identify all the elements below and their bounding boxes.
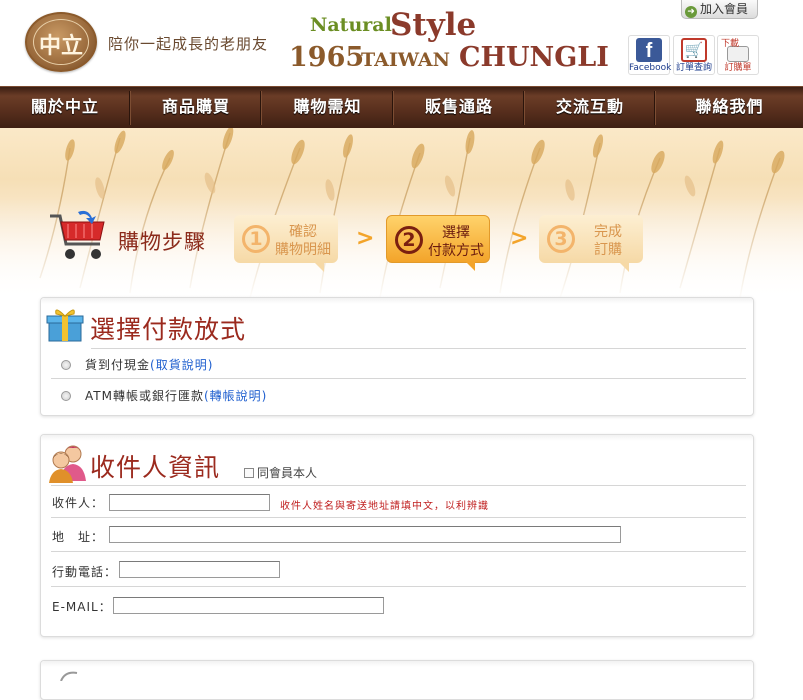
facebook-icon: f xyxy=(636,38,662,62)
address-input[interactable] xyxy=(109,526,621,543)
step-line1: 選擇 xyxy=(442,225,470,241)
step-3-complete-order: 3 完成 訂購 xyxy=(539,215,643,272)
step-line2: 訂購 xyxy=(594,242,622,258)
nav-item-contact[interactable]: 聯絡我們 xyxy=(656,87,803,129)
transfer-info-link[interactable]: (轉帳說明) xyxy=(204,389,267,403)
option-label: ATM轉帳或銀行匯款 xyxy=(85,389,204,403)
gift-box-icon xyxy=(46,309,84,342)
step-2-select-payment: 2 選擇 付款方式 xyxy=(386,215,490,271)
brand-style: Style xyxy=(390,7,477,43)
step-line2: 購物明細 xyxy=(275,242,331,258)
arrow-right-icon: ➜ xyxy=(685,6,697,18)
step-tail xyxy=(465,261,475,271)
order-query-link[interactable]: 🛒 訂單查詢 xyxy=(673,35,715,75)
name-address-note: 收件人姓名與寄送地址請填中文，以利辨識 xyxy=(280,501,489,512)
order-form-label: 訂購單 xyxy=(724,63,752,73)
main-nav: 關於中立 商品購買 購物需知 販售通路 交流互動 聯絡我們 xyxy=(0,86,803,128)
slogan: 陪你一起成長的老朋友 xyxy=(108,35,269,53)
join-member-label: 加入會員 xyxy=(700,2,749,16)
step-number: 1 xyxy=(242,225,270,253)
payment-method-panel: 選擇付款放式 貨到付現金(取貨說明) ATM轉帳或銀行匯款(轉帳說明) xyxy=(40,297,754,416)
divider xyxy=(51,485,746,486)
people-icon xyxy=(49,445,86,483)
order-query-label: 訂單查詢 xyxy=(675,63,712,73)
nav-item-channels[interactable]: 販售通路 xyxy=(394,87,524,129)
wheat-illustration xyxy=(0,128,803,300)
recipient-info-panel: 收件人資訊 同會員本人 收件人： 收件人姓名與寄送地址請填中文，以利辨識 地 址… xyxy=(40,434,754,637)
chevron-right-icon: > xyxy=(510,226,529,251)
panel-topbar xyxy=(41,435,753,441)
site-logo[interactable]: 中立 xyxy=(25,12,97,72)
download-order-form-link[interactable]: 下載 訂購單 xyxy=(717,35,759,75)
shopping-steps-label: 購物步驟 xyxy=(118,230,206,254)
radio-cod[interactable] xyxy=(61,360,71,370)
step-line1: 完成 xyxy=(594,224,622,240)
same-as-member-label: 同會員本人 xyxy=(257,466,318,480)
radio-atm[interactable] xyxy=(61,391,71,401)
step-number: 2 xyxy=(395,226,423,254)
email-label: E-MAIL： xyxy=(52,600,112,614)
email-input[interactable] xyxy=(113,597,384,614)
mobile-phone-input[interactable] xyxy=(119,561,280,578)
step-number: 3 xyxy=(547,225,575,253)
brand-year: 1965 xyxy=(289,42,365,73)
recipient-name-label: 收件人： xyxy=(52,496,105,510)
same-as-member-toggle[interactable]: 同會員本人 xyxy=(244,464,317,481)
brand-taiwan: TAIWAN xyxy=(361,49,450,71)
pickup-info-link[interactable]: (取貨說明) xyxy=(150,358,213,372)
next-section-panel xyxy=(40,660,754,700)
shopping-cart-icon xyxy=(50,210,105,259)
divider xyxy=(51,551,746,552)
payment-title: 選擇付款放式 xyxy=(90,315,247,344)
shopping-cart-icon: 🛒 xyxy=(681,38,707,62)
join-member-button[interactable]: ➜ 加入會員 xyxy=(681,0,758,19)
address-label: 地 址： xyxy=(52,530,105,544)
divider xyxy=(51,378,746,379)
panel-topbar xyxy=(41,298,753,304)
divider xyxy=(51,586,746,587)
step-tail xyxy=(619,262,629,272)
chevron-right-icon: > xyxy=(356,226,375,251)
payment-option-cod[interactable]: 貨到付現金(取貨說明) xyxy=(61,356,213,373)
step-tail xyxy=(314,262,324,272)
brand-chungli: CHUNGLI xyxy=(459,42,609,73)
nav-item-interaction[interactable]: 交流互動 xyxy=(525,87,655,129)
same-as-member-checkbox[interactable] xyxy=(244,468,254,478)
download-label: 下載 xyxy=(721,39,740,49)
logo-mark: 中立 xyxy=(38,33,83,59)
nav-item-shop[interactable]: 商品購買 xyxy=(131,87,261,129)
nav-item-about[interactable]: 關於中立 xyxy=(0,87,130,129)
divider xyxy=(51,517,746,518)
site-header: 中立 陪你一起成長的老朋友 Natural Style 1965 TAIWAN … xyxy=(0,0,803,86)
recipient-title: 收件人資訊 xyxy=(90,453,221,482)
wheat-banner xyxy=(0,128,803,300)
nav-item-shopping-info[interactable]: 購物需知 xyxy=(262,87,393,129)
option-label: 貨到付現金 xyxy=(85,358,151,372)
recipient-name-input[interactable] xyxy=(109,494,270,511)
payment-option-atm[interactable]: ATM轉帳或銀行匯款(轉帳說明) xyxy=(61,387,267,404)
mobile-phone-label: 行動電話： xyxy=(52,565,118,579)
facebook-label: Facebook xyxy=(629,63,672,73)
step-line1: 確認 xyxy=(289,224,317,240)
step-1-confirm-cart: 1 確認 購物明細 xyxy=(234,215,338,272)
brand-natural: Natural xyxy=(310,14,392,36)
section-icon xyxy=(60,671,78,681)
divider xyxy=(91,348,746,349)
step-line2: 付款方式 xyxy=(428,243,484,259)
panel-topbar xyxy=(41,661,753,667)
facebook-link[interactable]: f Facebook xyxy=(628,35,672,75)
